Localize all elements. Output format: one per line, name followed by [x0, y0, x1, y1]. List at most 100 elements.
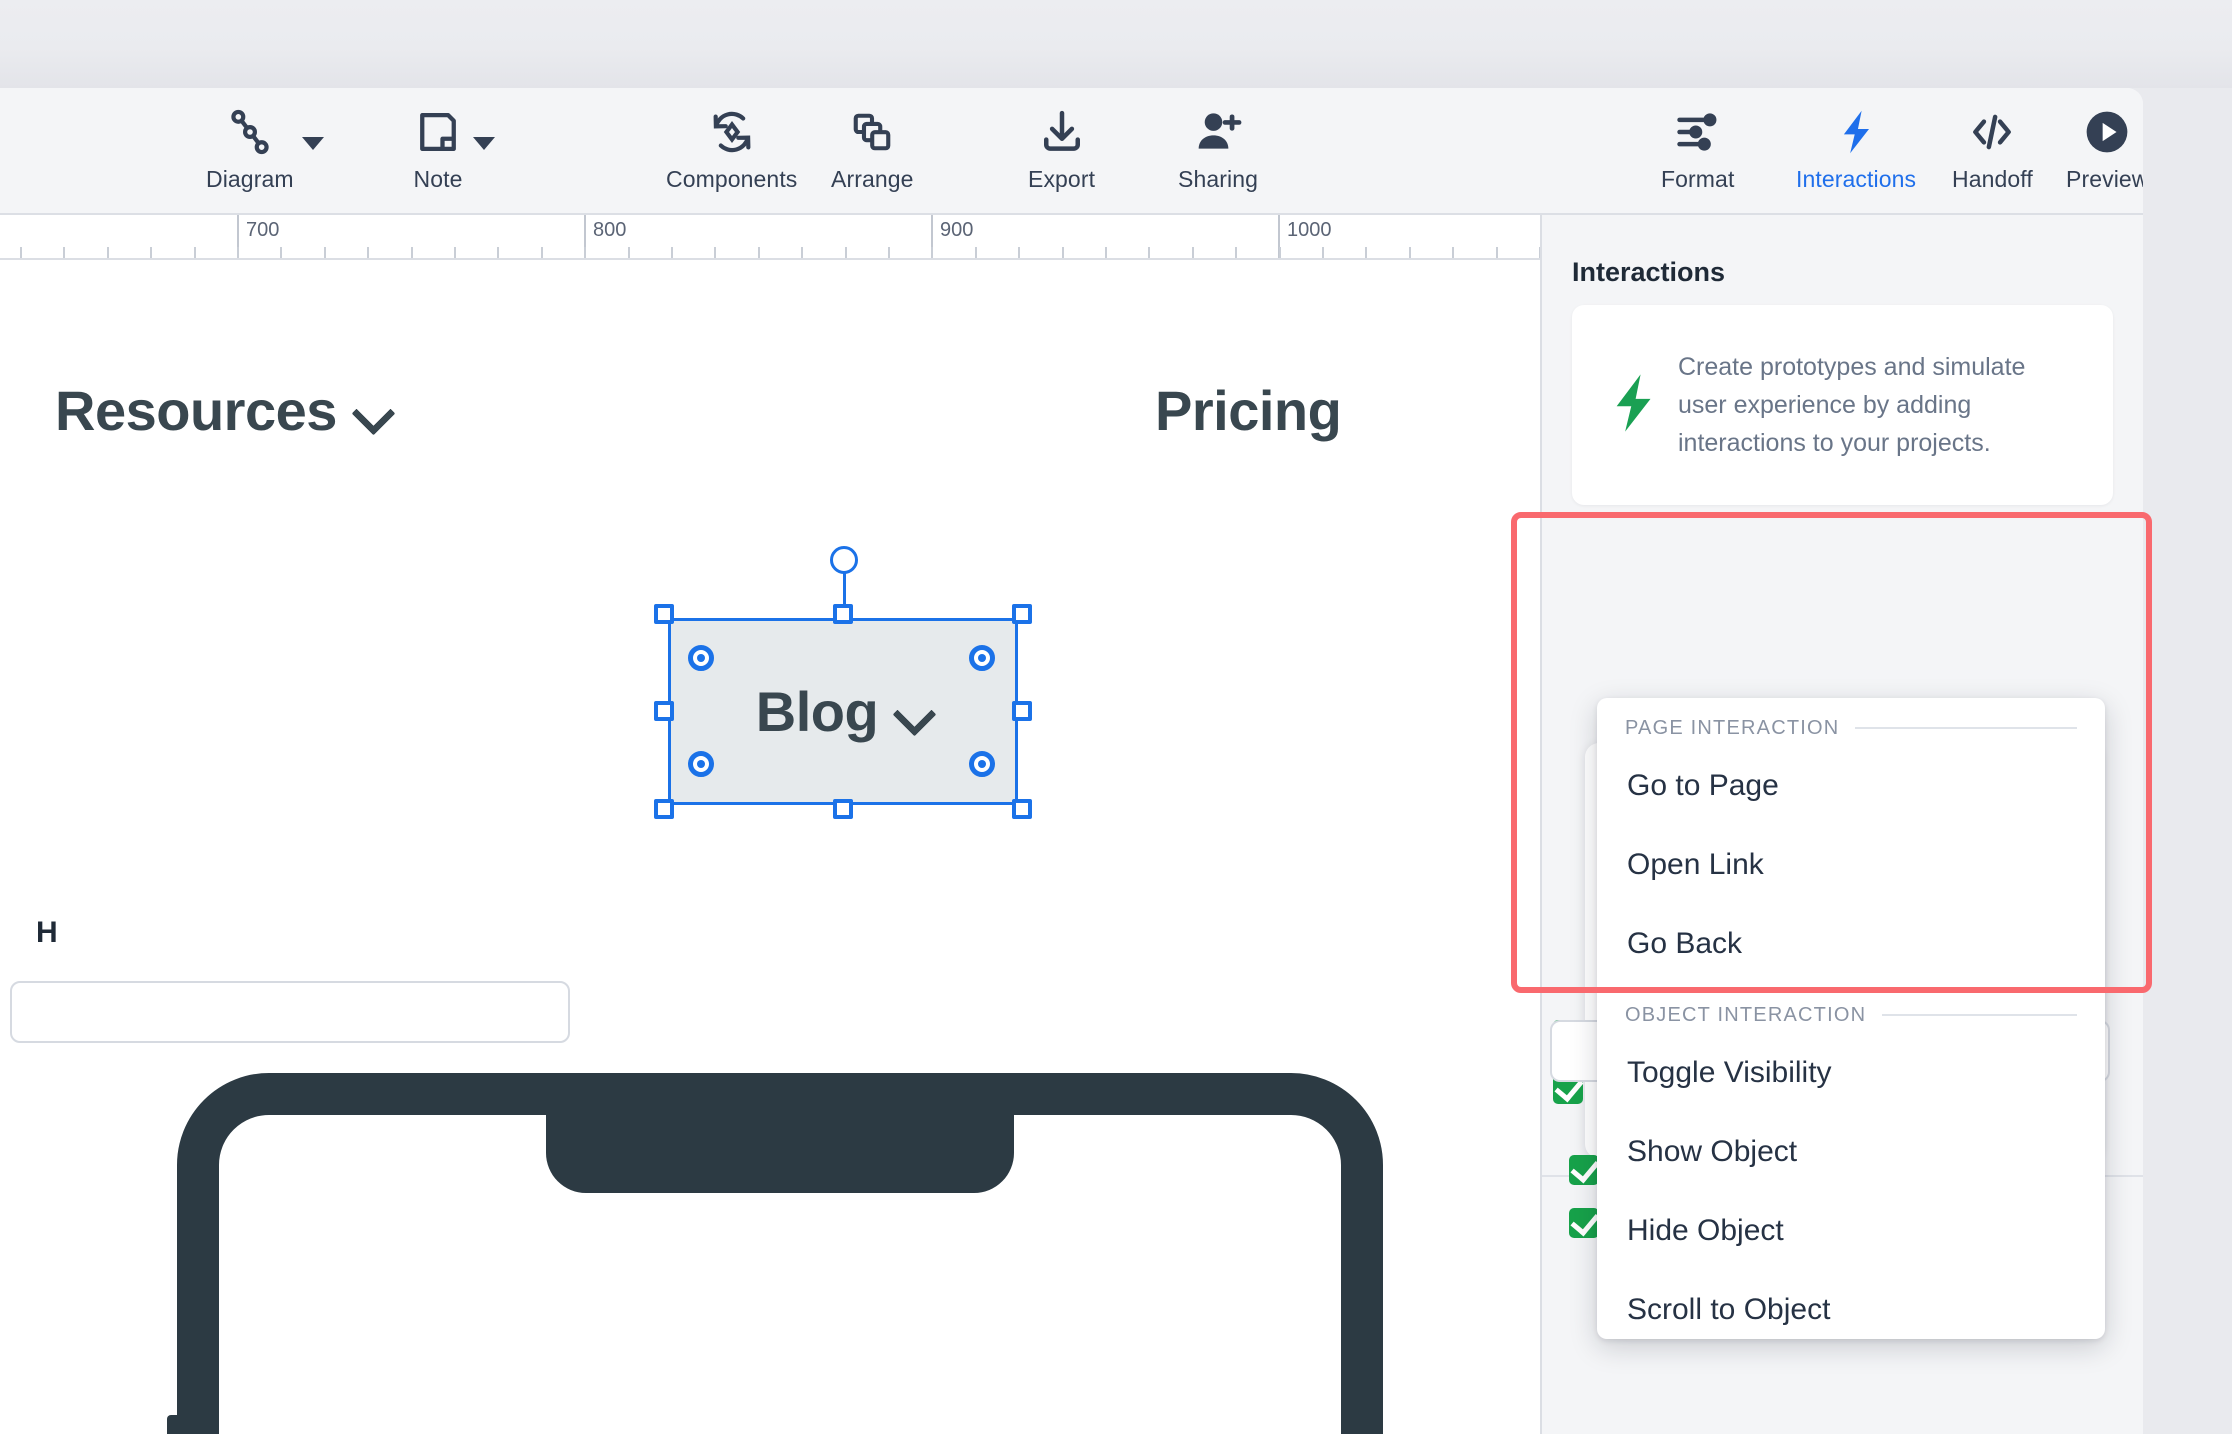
phone-mockup[interactable] — [167, 1073, 1383, 1434]
toolbar-button-format[interactable]: Format — [1655, 104, 1740, 193]
toolbar-label-components: Components — [666, 166, 798, 192]
connection-anchor-br[interactable] — [969, 751, 995, 777]
menu-item-go-back[interactable]: Go Back — [1597, 904, 2105, 983]
toolbar-button-handoff[interactable]: Handoff — [1946, 104, 2039, 193]
ruler-minor-tick — [1452, 247, 1454, 258]
phone-side-button — [167, 1415, 177, 1434]
toolbar-label-handoff: Handoff — [1952, 166, 2033, 192]
code-brackets-icon — [1965, 104, 2019, 160]
connection-anchor-tr[interactable] — [969, 645, 995, 671]
connection-anchor-tl[interactable] — [688, 645, 714, 671]
chevron-down-icon — [355, 394, 389, 428]
toolbar-button-diagram[interactable]: Diagram — [200, 104, 300, 193]
resize-handle-t[interactable] — [833, 604, 853, 624]
interactions-info-text: Create prototypes and simulate user expe… — [1678, 353, 2026, 457]
lightning-bolt-icon — [1598, 368, 1668, 443]
selected-object-blog[interactable]: Blog — [654, 546, 1032, 819]
selected-object-label-wrap: Blog — [668, 618, 1018, 805]
panel-section-heading-partial: H — [36, 916, 58, 949]
screenshot-root: Diagram Note Components Arrange Export S… — [0, 0, 2232, 1434]
resize-handle-tr[interactable] — [1012, 604, 1032, 624]
ruler-minor-tick — [324, 247, 326, 258]
menu-group-label-object: OBJECT INTERACTION — [1625, 1003, 1867, 1026]
toolbar-button-export[interactable]: Export — [1022, 104, 1101, 193]
diagram-icon — [222, 104, 278, 160]
interactions-info-card: Create prototypes and simulate user expe… — [1572, 305, 2113, 505]
connection-anchor-bl[interactable] — [688, 751, 714, 777]
ruler-minor-tick — [1192, 247, 1194, 258]
ruler-minor-tick — [975, 247, 977, 258]
toolbar-button-arrange[interactable]: Arrange — [825, 104, 920, 193]
ruler-minor-tick — [1105, 247, 1107, 258]
toolbar-button-components[interactable]: Components — [660, 104, 803, 193]
play-circle-icon — [2081, 104, 2133, 160]
toolbar-group-components: Components — [660, 104, 803, 193]
ruler-minor-tick — [888, 247, 890, 258]
menu-item-scroll-to-object[interactable]: Scroll to Object — [1597, 1270, 2105, 1339]
ruler-tick-label: 1000 — [1287, 219, 1332, 241]
action-dropdown-menu[interactable]: PAGE INTERACTION Go to Page Open Link Go… — [1597, 698, 2105, 1339]
toolbar-group-note: Note — [405, 104, 497, 193]
ruler-minor-tick — [584, 247, 586, 258]
toolbar-caret-note[interactable] — [471, 106, 497, 162]
ruler-minor-tick — [671, 247, 673, 258]
toolbar-group-export: Export — [1022, 104, 1101, 193]
menu-group-header-object: OBJECT INTERACTION — [1597, 997, 2105, 1033]
ruler-minor-tick — [1235, 247, 1237, 258]
os-window-chrome — [0, 0, 2232, 88]
rotation-handle[interactable] — [830, 546, 858, 574]
panel-checkbox-b[interactable] — [1569, 1208, 1599, 1238]
menu-item-show-object[interactable]: Show Object — [1597, 1112, 2105, 1191]
toolbar-label-interactions: Interactions — [1796, 166, 1917, 192]
menu-group-rule — [1882, 1014, 2077, 1016]
resize-handle-b[interactable] — [833, 799, 853, 819]
toolbar-button-note[interactable]: Note — [405, 104, 471, 193]
toolbar-group-preview: Preview — [2060, 104, 2143, 193]
ruler-minor-tick — [367, 247, 369, 258]
ruler-minor-tick — [107, 247, 109, 258]
ruler-tick-label: 900 — [940, 219, 974, 241]
ruler-minor-tick — [628, 247, 630, 258]
menu-item-open-link[interactable]: Open Link — [1597, 825, 2105, 904]
panel-text-input[interactable] — [10, 981, 570, 1043]
ruler-minor-tick — [237, 247, 239, 258]
toolbar-caret-diagram[interactable] — [300, 106, 326, 162]
ruler-minor-tick — [1409, 247, 1411, 258]
resize-handle-r[interactable] — [1012, 701, 1032, 721]
toolbar-button-sharing[interactable]: Sharing — [1172, 104, 1264, 193]
canvas-nav-item-resources[interactable]: Resources — [55, 378, 389, 443]
menu-item-toggle-visibility[interactable]: Toggle Visibility — [1597, 1033, 2105, 1112]
ruler-minor-tick — [454, 247, 456, 258]
toolbar-label-sharing: Sharing — [1178, 166, 1258, 192]
toolbar-label-format: Format — [1661, 166, 1735, 192]
toolbar-group-diagram: Diagram — [200, 104, 326, 193]
resize-handle-l[interactable] — [654, 701, 674, 721]
ruler-minor-tick — [1322, 247, 1324, 258]
menu-item-go-to-page[interactable]: Go to Page — [1597, 746, 2105, 825]
toolbar-label-arrange: Arrange — [831, 166, 914, 192]
ruler-minor-tick — [758, 247, 760, 258]
resize-handle-tl[interactable] — [654, 604, 674, 624]
horizontal-ruler[interactable]: 700 800 900 1000 — [0, 215, 1540, 260]
ruler-tick-label: 800 — [593, 219, 627, 241]
ruler-minor-tick — [194, 247, 196, 258]
toolbar-button-interactions[interactable]: Interactions — [1790, 104, 1922, 193]
toolbar-label-diagram: Diagram — [206, 166, 294, 192]
resize-handle-bl[interactable] — [654, 799, 674, 819]
ruler-minor-tick — [1279, 247, 1281, 258]
panel-checkbox-a[interactable] — [1569, 1155, 1599, 1185]
ruler-minor-tick — [1496, 247, 1498, 258]
toolbar-group-sharing: Sharing — [1172, 104, 1264, 193]
ruler-minor-tick — [63, 247, 65, 258]
menu-group-rule — [1855, 727, 2077, 729]
canvas-nav-item-pricing[interactable]: Pricing — [1155, 378, 1342, 443]
resize-handle-br[interactable] — [1012, 799, 1032, 819]
menu-item-hide-object[interactable]: Hide Object — [1597, 1191, 2105, 1270]
toolbar-group-format: Format — [1655, 104, 1740, 193]
design-canvas[interactable]: Resources Pricing Blog — [0, 260, 1540, 1434]
note-icon — [411, 104, 465, 160]
ruler-tick-label: 700 — [246, 219, 280, 241]
chevron-down-icon — [896, 695, 930, 729]
toolbar-button-preview[interactable]: Preview — [2060, 104, 2143, 193]
toolbar-label-preview: Preview — [2066, 166, 2143, 192]
